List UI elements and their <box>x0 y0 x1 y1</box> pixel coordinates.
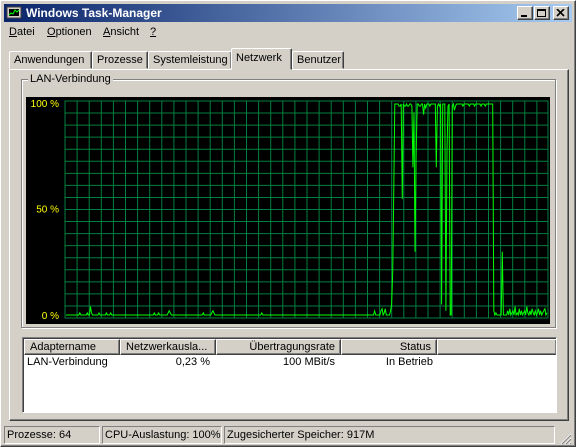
status-cpu: CPU-Auslastung: 100% <box>102 426 222 444</box>
column-netzwerkauslastung[interactable]: Netzwerkausla... <box>120 339 216 355</box>
title-bar[interactable]: Windows Task-Manager <box>4 4 572 22</box>
task-manager-icon <box>6 6 22 19</box>
resize-grip-icon[interactable] <box>558 431 572 445</box>
menu-datei[interactable]: Datei <box>9 26 35 38</box>
column-uebertragungsrate[interactable]: Übertragungsrate <box>216 339 341 355</box>
column-adaptername[interactable]: Adaptername <box>24 339 120 355</box>
tab-prozesse[interactable]: Prozesse <box>92 51 148 69</box>
adapter-list[interactable]: Adaptername Netzwerkausla... Übertragung… <box>22 337 557 413</box>
tab-anwendungen[interactable]: Anwendungen <box>9 51 92 69</box>
close-icon <box>556 9 565 17</box>
tab-systemleistung[interactable]: Systemleistung <box>148 51 232 69</box>
table-row[interactable]: LAN-Verbindung 0,23 % 100 MBit/s In Betr… <box>24 355 457 369</box>
menu-help[interactable]: ? <box>150 26 156 38</box>
tab-benutzer[interactable]: Benutzer <box>292 51 344 69</box>
adapter-status: In Betrieb <box>385 356 433 368</box>
tab-strip: Anwendungen Prozesse Systemleistung Netz… <box>9 48 569 70</box>
task-manager-window: Windows Task-Manager Datei Optionen Ansi… <box>0 0 576 447</box>
menu-optionen[interactable]: Optionen <box>47 26 92 38</box>
maximize-button[interactable] <box>534 6 550 20</box>
y-tick-label: 0 % <box>42 311 59 322</box>
y-tick-label: 50 % <box>36 205 59 216</box>
adapter-name: LAN-Verbindung <box>27 356 108 368</box>
window-title: Windows Task-Manager <box>26 6 162 20</box>
network-utilization-graph: 100 % 50 % 0 % <box>26 97 550 324</box>
minimize-button[interactable] <box>517 6 533 20</box>
status-memory: Zugesicherter Speicher: 917M <box>224 426 555 444</box>
adapter-list-header: Adaptername Netzwerkausla... Übertragung… <box>24 339 556 355</box>
tab-netzwerk[interactable]: Netzwerk <box>231 48 292 70</box>
adapter-speed: 100 MBit/s <box>283 356 335 368</box>
group-label: LAN-Verbindung <box>28 73 113 85</box>
close-button[interactable] <box>553 6 569 20</box>
minimize-icon <box>521 15 527 17</box>
status-bar: Prozesse: 64 CPU-Auslastung: 100% Zugesi… <box>4 426 572 445</box>
maximize-icon <box>537 9 546 17</box>
graph-canvas: 100 % 50 % 0 % <box>31 99 549 322</box>
adapter-utilization: 0,23 % <box>175 356 210 368</box>
status-processes: Prozesse: 64 <box>4 426 100 444</box>
menu-bar: Datei Optionen Ansicht ? <box>4 24 572 42</box>
y-tick-label: 100 % <box>31 99 59 110</box>
column-empty <box>437 339 556 355</box>
menu-ansicht[interactable]: Ansicht <box>103 26 139 38</box>
column-status[interactable]: Status <box>341 339 437 355</box>
